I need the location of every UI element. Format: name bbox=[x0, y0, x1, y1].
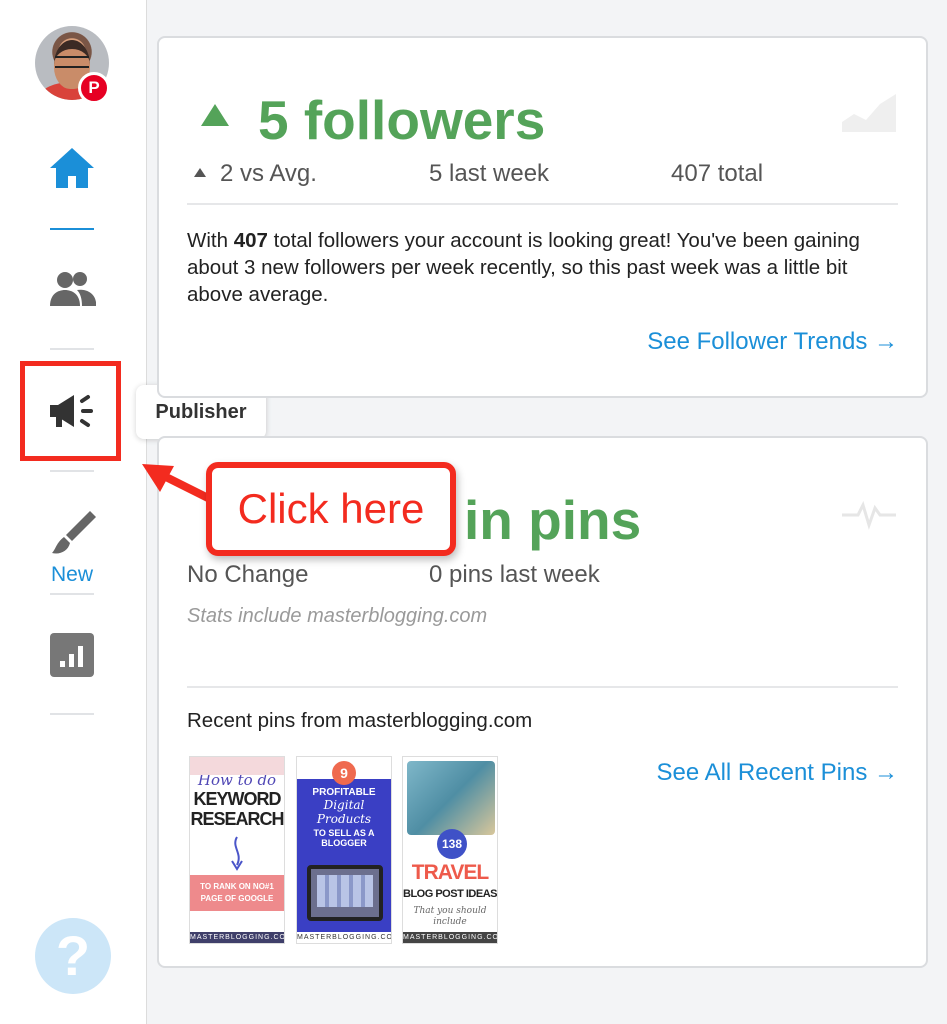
pin-footer: MASTERBLOGGING.COM bbox=[297, 932, 392, 943]
last-week-followers: 5 last week bbox=[429, 160, 550, 187]
sidebar: P New ? bbox=[0, 0, 147, 1024]
pin-number-badge: 9 bbox=[332, 761, 356, 785]
pin-text: BLOGGER bbox=[321, 838, 367, 848]
pin-text: PAGE OF GOOGLE bbox=[200, 894, 274, 903]
pin-footer: MASTERBLOGGING.COM bbox=[190, 932, 285, 943]
sidebar-divider bbox=[50, 713, 94, 715]
sidebar-divider bbox=[50, 593, 94, 595]
pin-text: PROFITABLE bbox=[312, 787, 376, 798]
pin-banner: TO RANK ON NO#1 PAGE OF GOOGLE bbox=[190, 875, 284, 911]
activity-pulse-icon bbox=[842, 500, 896, 530]
recent-pins-title: Recent pins from masterblogging.com bbox=[187, 709, 533, 732]
see-all-recent-pins-link[interactable]: See All Recent Pins → bbox=[657, 759, 898, 787]
pins-headline: in pins bbox=[464, 489, 642, 551]
pins-last-week: 0 pins last week bbox=[429, 561, 600, 588]
small-up-arrow-icon bbox=[194, 168, 206, 177]
map-image bbox=[407, 761, 495, 835]
pin-text: TRAVEL bbox=[411, 861, 489, 884]
pin-thumbnail[interactable]: 138 TRAVEL BLOG POST IDEAS That you shou… bbox=[402, 756, 498, 944]
click-here-callout: Click here bbox=[206, 462, 456, 556]
pin-top-band bbox=[190, 757, 284, 775]
tablet-image bbox=[307, 865, 383, 921]
avatar-glasses bbox=[55, 56, 89, 68]
summary-total-bold: 407 bbox=[233, 229, 268, 252]
pin-text: That you should bbox=[413, 906, 487, 916]
pin-text: include bbox=[433, 917, 467, 927]
divider bbox=[187, 686, 898, 688]
paintbrush-icon[interactable] bbox=[44, 505, 100, 561]
pin-number-badge: 138 bbox=[437, 829, 467, 859]
pin-thumbnail[interactable]: 9 PROFITABLE Digital Products TO SELL AS… bbox=[296, 756, 392, 944]
divider bbox=[187, 203, 898, 205]
pin-footer: MASTERBLOGGING.COM bbox=[403, 932, 498, 943]
home-icon[interactable] bbox=[44, 142, 100, 198]
sidebar-divider bbox=[50, 470, 94, 472]
new-label[interactable]: New bbox=[40, 563, 104, 587]
pin-arrow-icon bbox=[231, 836, 243, 871]
pin-text: TO RANK ON NO#1 bbox=[200, 882, 274, 891]
summary-text: total followers your account is looking … bbox=[187, 229, 860, 306]
pin-text: KEYWORD bbox=[193, 789, 282, 809]
help-icon[interactable]: ? bbox=[35, 918, 111, 994]
sidebar-divider bbox=[50, 348, 94, 350]
stats-note: Stats include masterblogging.com bbox=[187, 605, 488, 627]
see-follower-trends-link[interactable]: See Follower Trends → bbox=[647, 328, 898, 356]
tablet-screen bbox=[317, 875, 373, 907]
publisher-highlight-box bbox=[20, 361, 121, 461]
followers-summary: With 407 total followers your account is… bbox=[187, 227, 887, 308]
pin-text: RESEARCH bbox=[190, 809, 284, 829]
pin-thumbnail[interactable]: How to do KEYWORD RESEARCH TO RANK ON NO… bbox=[189, 756, 285, 944]
sidebar-divider-active bbox=[50, 228, 94, 230]
vs-average: 2 vs Avg. bbox=[220, 160, 317, 187]
pinterest-badge-icon: P bbox=[78, 72, 110, 104]
summary-prefix: With bbox=[187, 229, 234, 252]
pins-change: No Change bbox=[187, 561, 309, 588]
audience-icon[interactable] bbox=[44, 262, 100, 318]
pin-text: TO SELL AS A bbox=[313, 828, 375, 838]
analytics-icon[interactable] bbox=[44, 627, 100, 683]
pin-text: Digital Products bbox=[316, 798, 372, 826]
up-arrow-icon bbox=[201, 104, 229, 126]
pin-text: BLOG POST IDEAS bbox=[403, 888, 497, 900]
followers-headline: 5 followers bbox=[258, 89, 546, 151]
total-followers: 407 total bbox=[671, 160, 764, 187]
area-chart-icon bbox=[842, 94, 896, 132]
